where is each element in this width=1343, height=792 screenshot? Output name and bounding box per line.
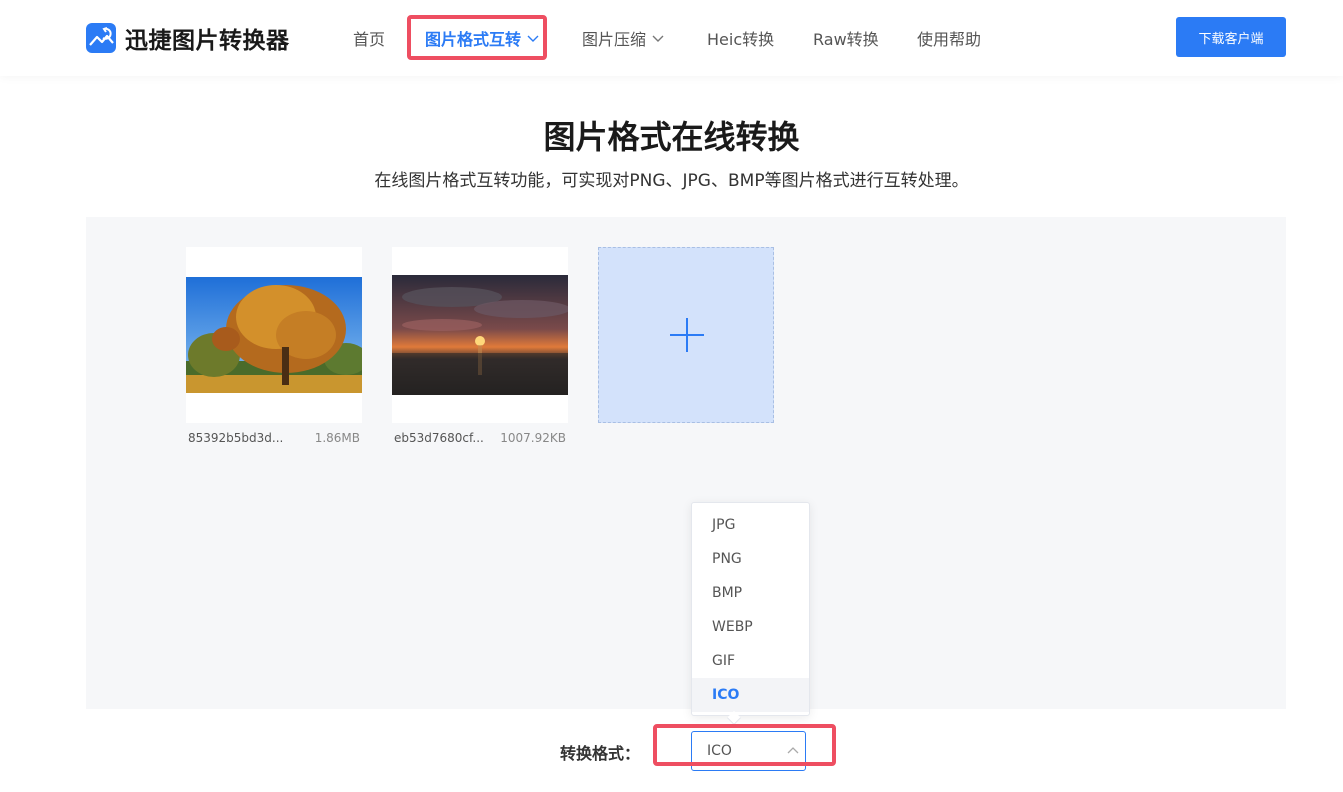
format-dropdown-menu: JPG PNG BMP WEBP GIF ICO [691, 502, 810, 716]
plus-icon [686, 318, 688, 352]
file-size: 1.86MB [314, 431, 360, 445]
nav-item-heic[interactable]: Heic转换 [707, 26, 774, 50]
highlight-annotation-nav [407, 15, 547, 60]
nav-item-compress[interactable]: 图片压缩 [582, 26, 664, 50]
brand-logo[interactable]: 迅捷图片转换器 [86, 22, 290, 54]
file-name: 85392b5bd3d... [188, 431, 284, 445]
nav-item-label: 使用帮助 [917, 30, 982, 49]
file-name: eb53d7680cf... [394, 431, 484, 445]
nav-item-help[interactable]: 使用帮助 [917, 26, 981, 50]
format-option-gif[interactable]: GIF [692, 644, 809, 678]
sunset-sea-photo [392, 275, 568, 395]
top-header: 迅捷图片转换器 首页 图片格式互转 图片压缩 Heic转换 Raw转换 使用帮助… [0, 0, 1343, 76]
format-option-jpg[interactable]: JPG [692, 508, 809, 542]
nav-item-home[interactable]: 首页 [353, 26, 385, 50]
add-file-button[interactable] [598, 247, 774, 423]
download-client-button[interactable]: 下载客户端 [1176, 17, 1286, 57]
autumn-tree-photo [186, 277, 362, 393]
nav-item-label: 首页 [353, 30, 386, 49]
nav-item-label: Raw转换 [813, 30, 879, 49]
file-thumbnail[interactable] [186, 247, 362, 423]
nav-item-raw[interactable]: Raw转换 [813, 26, 879, 50]
format-option-ico[interactable]: ICO [692, 678, 809, 712]
nav-item-label: Heic转换 [707, 30, 775, 49]
highlight-annotation-format [653, 724, 836, 766]
brand-name: 迅捷图片转换器 [125, 28, 290, 54]
file-size: 1007.92KB [500, 431, 566, 445]
format-option-bmp[interactable]: BMP [692, 576, 809, 610]
format-label: 转换格式： [560, 744, 641, 763]
file-thumbnail[interactable] [392, 247, 568, 423]
format-option-webp[interactable]: WEBP [692, 610, 809, 644]
page-subtitle: 在线图片格式互转功能，可实现对PNG、JPG、BMP等图片格式进行互转处理。 [374, 171, 969, 191]
page-title: 图片格式在线转换 [543, 118, 800, 156]
nav-item-label: 图片压缩 [582, 30, 647, 49]
format-option-png[interactable]: PNG [692, 542, 809, 576]
chevron-down-icon [652, 35, 664, 42]
brand-image-icon [86, 23, 116, 53]
